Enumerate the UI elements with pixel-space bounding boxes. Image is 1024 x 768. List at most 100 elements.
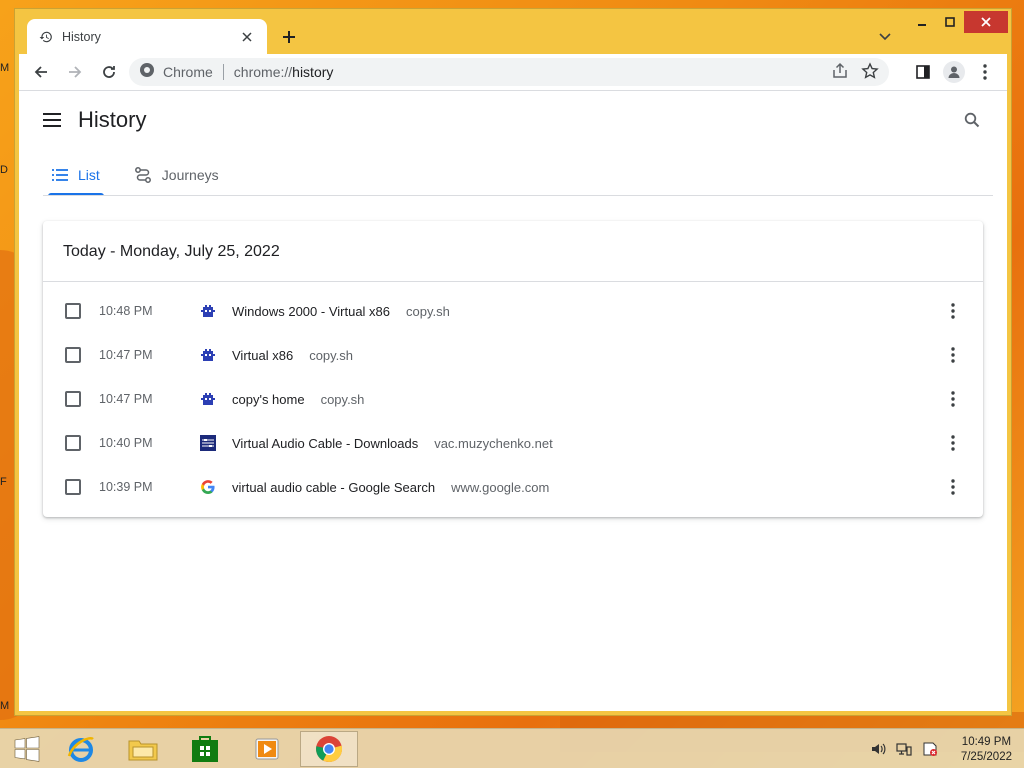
windows-start-icon[interactable] — [0, 731, 54, 767]
page-title: History — [78, 107, 147, 132]
url-path: history — [292, 64, 334, 80]
site-label: Chrome — [163, 64, 213, 80]
more-actions-icon[interactable] — [945, 388, 961, 410]
minimize-icon[interactable] — [908, 11, 936, 33]
history-entry[interactable]: 10:39 PM virtual audio cable - Google Se… — [43, 465, 983, 509]
back-arrow-icon[interactable] — [27, 58, 55, 86]
tab-strip: History — [15, 9, 1011, 54]
entry-time: 10:48 PM — [99, 304, 153, 318]
system-tray — [870, 741, 938, 762]
side-panel-icon[interactable] — [909, 58, 937, 86]
search-icon[interactable] — [961, 109, 983, 131]
entry-title: copy's home — [232, 391, 305, 407]
more-actions-icon[interactable] — [945, 344, 961, 366]
history-page: History List Journeys Today - Monday, Ju… — [19, 90, 1007, 711]
more-actions-icon[interactable] — [945, 300, 961, 322]
internet-explorer-icon[interactable] — [54, 731, 108, 767]
entry-checkbox[interactable] — [65, 347, 81, 363]
kebab-menu-icon[interactable] — [971, 58, 999, 86]
history-entry[interactable]: 10:48 PM Windows 2000 - Virtual x86 copy.… — [43, 289, 983, 333]
store-icon[interactable] — [178, 731, 232, 767]
entry-domain: www.google.com — [451, 479, 550, 495]
star-icon[interactable] — [861, 62, 879, 85]
more-actions-icon[interactable] — [945, 432, 961, 454]
profile-icon[interactable] — [943, 61, 965, 83]
list-icon — [52, 169, 68, 181]
history-entry[interactable]: 10:47 PM copy's home copy.sh — [43, 377, 983, 421]
browser-toolbar: Chrome chrome://history — [19, 54, 1007, 90]
share-icon[interactable] — [831, 62, 849, 85]
reload-icon[interactable] — [95, 58, 123, 86]
tab-label: Journeys — [161, 167, 219, 183]
url-scheme: chrome:// — [233, 64, 293, 80]
tab-list[interactable]: List — [48, 155, 104, 196]
close-icon[interactable] — [964, 11, 1008, 33]
url-text: chrome://history — [234, 64, 334, 80]
entry-domain: copy.sh — [320, 391, 365, 407]
chevron-down-icon[interactable] — [875, 27, 895, 47]
forward-arrow-icon[interactable] — [61, 58, 89, 86]
entry-time: 10:40 PM — [99, 436, 153, 450]
media-player-icon[interactable] — [240, 731, 294, 767]
history-entry[interactable]: 10:47 PM Virtual x86 copy.sh — [43, 333, 983, 377]
copy-sh-favicon — [199, 390, 217, 408]
entry-domain: copy.sh — [309, 347, 354, 363]
volume-icon[interactable] — [870, 741, 886, 762]
entry-time: 10:39 PM — [99, 480, 153, 494]
entry-link[interactable]: Virtual Audio Cable - Downloads vac.muzyc… — [232, 436, 553, 451]
history-icon — [39, 30, 53, 44]
vac-favicon — [199, 434, 217, 452]
entry-link[interactable]: Virtual x86 copy.sh — [232, 348, 353, 363]
chrome-page-icon — [139, 62, 155, 83]
entry-title: virtual audio cable - Google Search — [232, 479, 436, 495]
taskbar-clock[interactable]: 10:49 PM 7/25/2022 — [961, 735, 1012, 765]
file-explorer-icon[interactable] — [116, 731, 170, 767]
tab-journeys[interactable]: Journeys — [130, 155, 223, 195]
desktop-icon-label[interactable]: M — [0, 62, 9, 74]
entry-checkbox[interactable] — [65, 435, 81, 451]
copy-sh-favicon — [199, 346, 217, 364]
maximize-icon[interactable] — [936, 11, 964, 33]
entry-time: 10:47 PM — [99, 348, 153, 362]
history-entry[interactable]: 10:40 PM Virtual Audio Cable - Downloads… — [43, 421, 983, 465]
chrome-icon[interactable] — [300, 731, 358, 767]
plus-icon[interactable] — [277, 25, 301, 49]
entry-domain: vac.muzychenko.net — [434, 435, 553, 451]
close-icon[interactable] — [239, 29, 255, 45]
entry-checkbox[interactable] — [65, 391, 81, 407]
history-list: 10:48 PM Windows 2000 - Virtual x86 copy.… — [43, 289, 983, 509]
entry-link[interactable]: virtual audio cable - Google Search www.g… — [232, 480, 549, 495]
tab-title: History — [62, 29, 101, 44]
entry-link[interactable]: Windows 2000 - Virtual x86 copy.sh — [232, 304, 450, 319]
journeys-icon — [134, 166, 152, 184]
divider — [222, 64, 224, 80]
taskbar: 10:49 PM 7/25/2022 — [0, 728, 1024, 768]
tab-label: List — [78, 167, 100, 183]
action-center-icon[interactable] — [922, 741, 938, 762]
entry-checkbox[interactable] — [65, 479, 81, 495]
entry-checkbox[interactable] — [65, 303, 81, 319]
entry-time: 10:47 PM — [99, 392, 153, 406]
entry-title: Virtual x86 — [232, 347, 294, 363]
entry-domain: copy.sh — [406, 303, 450, 319]
omnibox-actions — [831, 62, 879, 85]
divider — [43, 281, 983, 282]
history-day-card: Today - Monday, July 25, 2022 10:48 PM W… — [43, 221, 983, 517]
desktop-icon-label[interactable]: M — [0, 700, 9, 712]
more-actions-icon[interactable] — [945, 476, 961, 498]
entry-title: Virtual Audio Cable - Downloads — [232, 435, 419, 451]
hamburger-menu-icon[interactable] — [41, 109, 63, 131]
desktop-icon-label[interactable]: F — [0, 476, 7, 488]
desktop-icon-label[interactable]: D — [0, 164, 8, 176]
entry-link[interactable]: copy's home copy.sh — [232, 392, 364, 407]
address-bar[interactable]: Chrome chrome://history — [129, 58, 889, 86]
browser-tab-history[interactable]: History — [27, 19, 267, 54]
copy-sh-favicon — [199, 302, 217, 320]
browser-window: History Chrome chrome://history History … — [14, 8, 1012, 716]
network-icon[interactable] — [896, 741, 912, 762]
toolbar-right — [909, 58, 999, 86]
clock-date: 7/25/2022 — [960, 751, 1012, 763]
google-favicon — [199, 478, 217, 496]
history-tabs: List Journeys — [48, 155, 249, 196]
divider — [43, 195, 993, 196]
